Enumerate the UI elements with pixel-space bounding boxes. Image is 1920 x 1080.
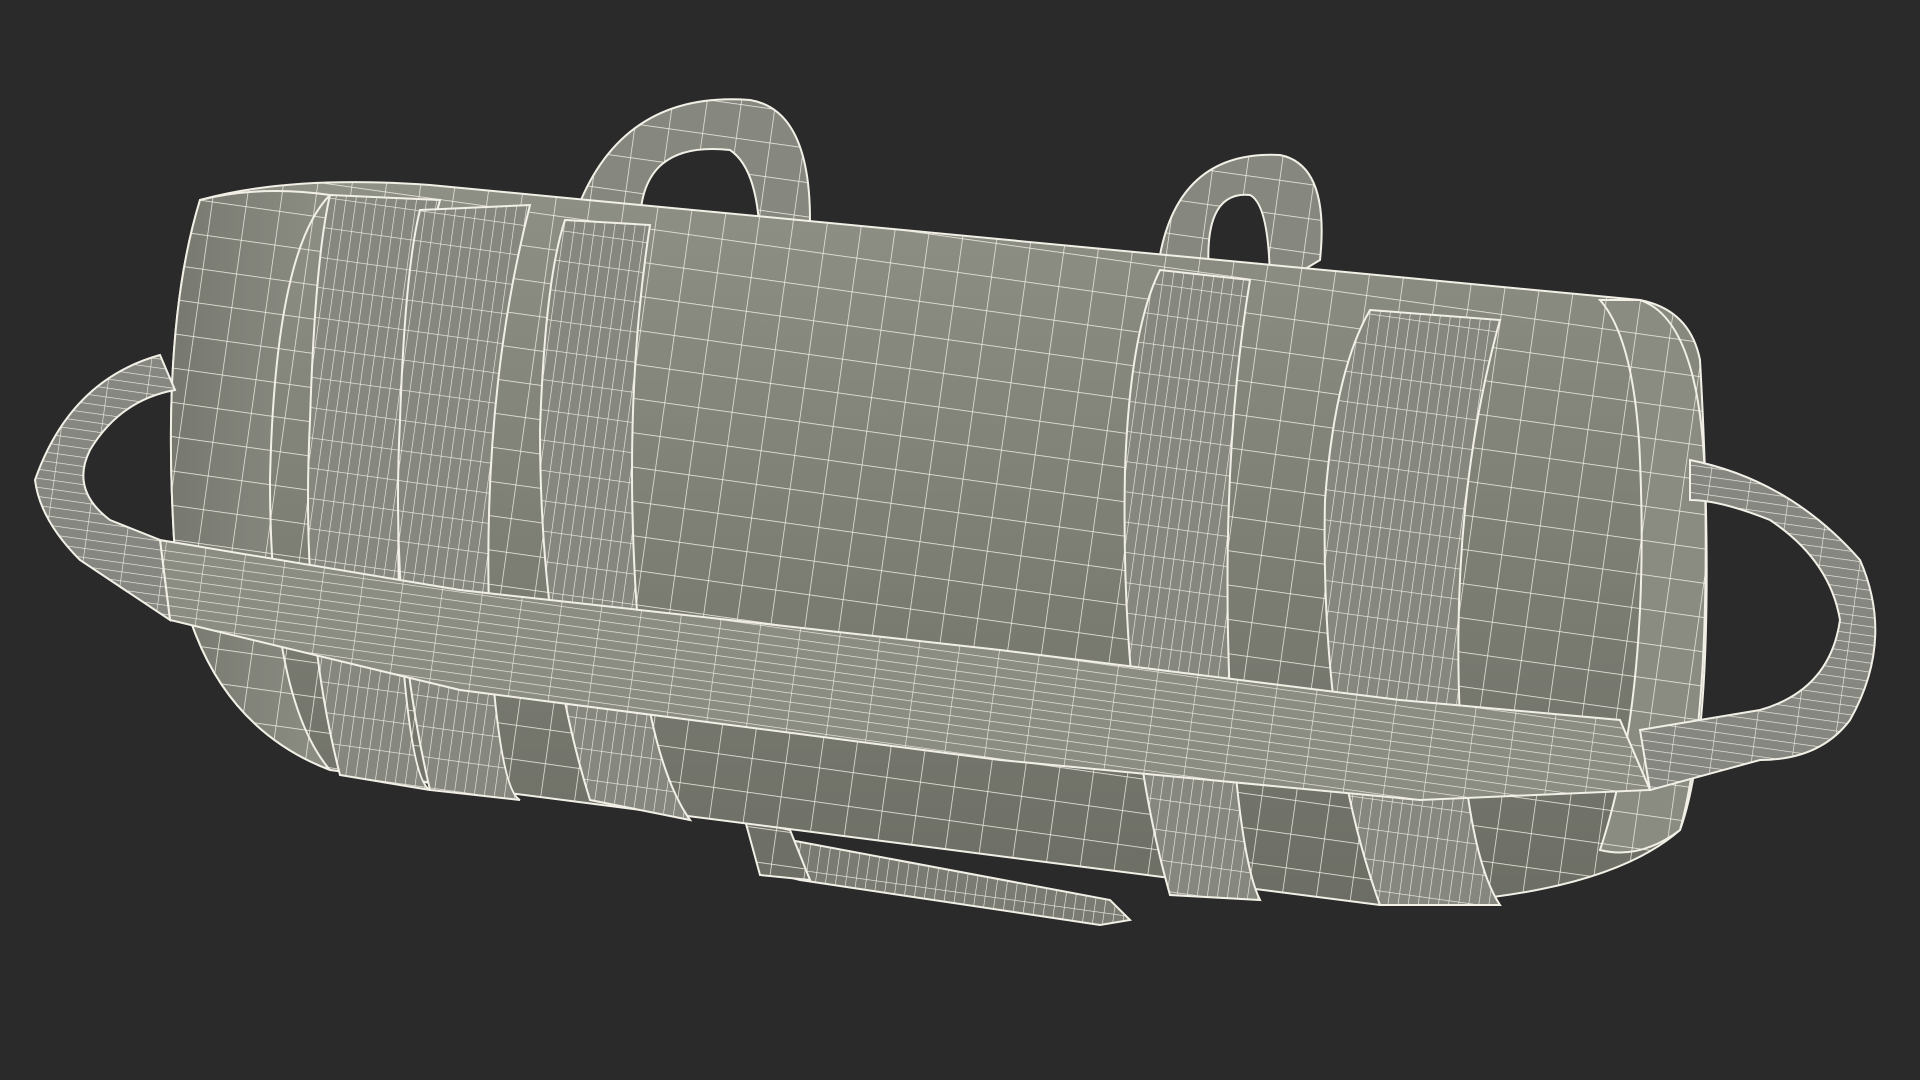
render-viewport <box>0 0 1920 1080</box>
wireframe-render <box>33 98 1877 927</box>
left-end-handle-wire <box>33 353 177 623</box>
